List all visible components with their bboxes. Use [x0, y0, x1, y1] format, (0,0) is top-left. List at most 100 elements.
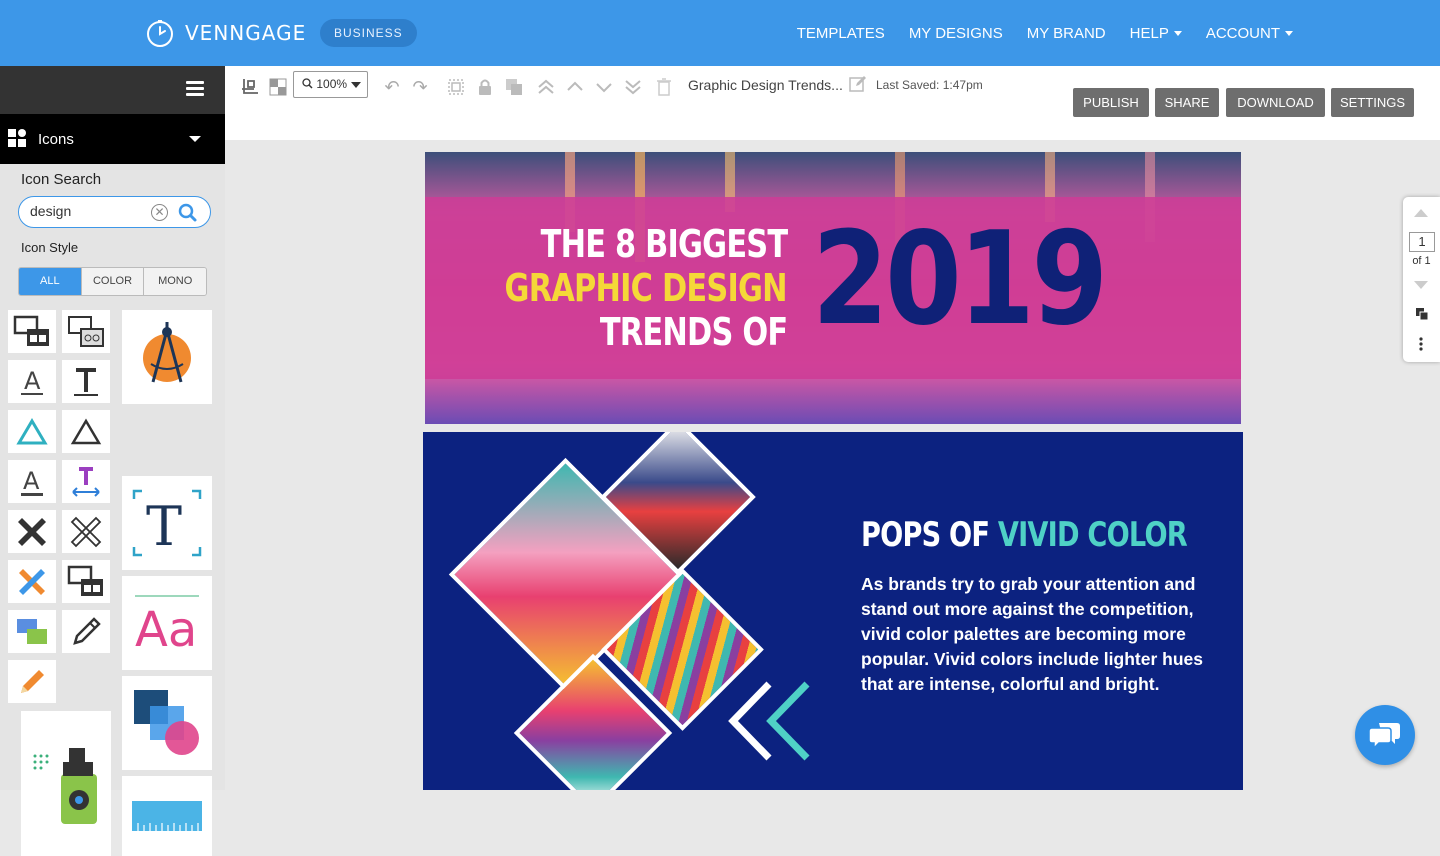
- icon-search-box: ✕: [18, 196, 211, 228]
- nav-help-label: HELP: [1129, 24, 1169, 42]
- style-all-button[interactable]: ALL: [19, 268, 82, 295]
- chevron-down-icon: [351, 82, 361, 88]
- trash-icon[interactable]: [653, 76, 675, 98]
- nav-my-designs[interactable]: MY DESIGNS: [909, 25, 1003, 42]
- next-page-icon[interactable]: [1414, 281, 1428, 289]
- icon-search-input[interactable]: [30, 203, 150, 219]
- bring-to-front-icon[interactable]: [535, 76, 557, 98]
- top-navbar: VENNGAGE BUSINESS TEMPLATES MY DESIGNS M…: [0, 0, 1440, 66]
- svg-text:A: A: [23, 467, 40, 495]
- plan-badge: BUSINESS: [320, 19, 417, 47]
- ruler-icon[interactable]: [122, 776, 212, 856]
- svg-text:A: A: [24, 367, 41, 395]
- main-nav: TEMPLATES MY DESIGNS MY BRAND HELP ACCOU…: [797, 0, 1293, 66]
- spray-bottle-icon[interactable]: [21, 711, 111, 856]
- headline-line-1[interactable]: THE 8 BIGGEST: [540, 222, 787, 266]
- text-t-icon[interactable]: [62, 360, 110, 403]
- vivid-color-section[interactable]: POPS OF VIVID COLOR As brands try to gra…: [423, 432, 1243, 790]
- transparency-icon[interactable]: [267, 76, 289, 98]
- ruler-pencil-color-icon[interactable]: [8, 560, 56, 603]
- svg-text:Aa: Aa: [135, 602, 197, 658]
- more-options-icon[interactable]: [1419, 337, 1423, 351]
- style-color-button[interactable]: COLOR: [81, 268, 145, 295]
- pattern-window-icon[interactable]: [62, 310, 110, 353]
- sidebar-header: [0, 66, 225, 114]
- nav-my-brand[interactable]: MY BRAND: [1027, 25, 1106, 42]
- header-banner[interactable]: THE 8 BIGGEST GRAPHIC DESIGN TRENDS OF 2…: [425, 152, 1241, 424]
- left-sidebar: Icons Icon Search ✕ Icon Style ALL COLOR…: [0, 66, 225, 856]
- double-chevron-left-icon[interactable]: [725, 680, 815, 762]
- chat-bubble-icon: [1369, 723, 1400, 749]
- ruler-pencil-icon[interactable]: [8, 510, 56, 553]
- icon-style-label: Icon Style: [21, 240, 79, 255]
- design-canvas[interactable]: THE 8 BIGGEST GRAPHIC DESIGN TRENDS OF 2…: [423, 152, 1243, 790]
- search-icon[interactable]: [178, 203, 198, 223]
- last-saved-status: Last Saved: 1:47pm: [876, 78, 983, 92]
- nav-templates[interactable]: TEMPLATES: [797, 25, 885, 42]
- section-title[interactable]: POPS OF VIVID COLOR: [861, 515, 1188, 555]
- editor-toolbar: 100% ↶ ↷ Graphic Design Trends... Last S…: [225, 66, 1440, 140]
- grid-snap-icon[interactable]: [239, 76, 261, 98]
- document-title[interactable]: Graphic Design Trends...: [688, 77, 843, 93]
- publish-button[interactable]: PUBLISH: [1073, 88, 1149, 117]
- grid-icon: [8, 129, 28, 149]
- pencil-color-icon[interactable]: [8, 660, 56, 703]
- chevron-down-icon: [189, 136, 201, 142]
- ruler-pencil-outline-icon[interactable]: [62, 510, 110, 553]
- category-dropdown[interactable]: Icons: [0, 114, 225, 164]
- section-title-b: VIVID COLOR: [997, 515, 1188, 555]
- copy-page-icon[interactable]: [1415, 307, 1429, 321]
- lock-icon[interactable]: [474, 76, 496, 98]
- bring-forward-icon[interactable]: [564, 76, 586, 98]
- nav-help[interactable]: HELP: [1130, 25, 1182, 42]
- pencil-icon[interactable]: [62, 610, 110, 653]
- zoom-value: 100%: [316, 77, 348, 91]
- page-navigator: 1 of 1: [1403, 197, 1440, 362]
- icon-style-toggle: ALL COLOR MONO: [18, 267, 207, 296]
- duplicate-icon[interactable]: [503, 76, 525, 98]
- chevron-down-icon: [1173, 31, 1182, 37]
- text-width-icon[interactable]: [62, 460, 110, 503]
- undo-icon[interactable]: ↶: [381, 76, 403, 98]
- clear-icon[interactable]: ✕: [151, 204, 168, 221]
- headline-line-2[interactable]: GRAPHIC DESIGN: [505, 266, 788, 310]
- group-icon[interactable]: [445, 76, 467, 98]
- section-title-a: POPS OF: [861, 515, 998, 555]
- svg-text:T: T: [146, 495, 182, 557]
- page-total: of 1: [1412, 255, 1431, 267]
- font-aa-icon[interactable]: Aa: [122, 576, 212, 670]
- window-layout-icon-2[interactable]: [62, 560, 110, 603]
- typography-t-icon[interactable]: T: [122, 476, 212, 570]
- font-color-icon[interactable]: A: [8, 460, 56, 503]
- headline-line-3[interactable]: TRENDS OF: [600, 310, 788, 354]
- triangle-teal-icon[interactable]: [8, 410, 56, 453]
- icon-search-label: Icon Search: [21, 171, 102, 188]
- venngage-logo[interactable]: VENNGAGE: [145, 18, 306, 48]
- brand-name: VENNGAGE: [185, 21, 307, 45]
- chevron-down-icon: [1285, 31, 1293, 37]
- page-number-input[interactable]: 1: [1409, 232, 1435, 252]
- download-button[interactable]: DOWNLOAD: [1226, 88, 1325, 117]
- redo-icon[interactable]: ↷: [409, 76, 431, 98]
- style-mono-button[interactable]: MONO: [144, 268, 206, 295]
- hamburger-menu-icon[interactable]: [186, 81, 204, 97]
- section-body-text[interactable]: As brands try to grab your attention and…: [861, 572, 1206, 697]
- overlapping-shapes-icon[interactable]: [122, 676, 212, 770]
- window-layout-color-icon[interactable]: [8, 610, 56, 653]
- compass-icon[interactable]: [122, 310, 212, 404]
- headline-year[interactable]: 2019: [812, 210, 1108, 350]
- nav-account-label: ACCOUNT: [1205, 24, 1280, 42]
- previous-page-icon[interactable]: [1414, 209, 1428, 217]
- triangle-outline-icon[interactable]: [62, 410, 110, 453]
- window-layout-icon[interactable]: [8, 310, 56, 353]
- zoom-select[interactable]: 100%: [293, 71, 368, 98]
- clock-logo-icon: [147, 20, 173, 47]
- text-underline-icon[interactable]: A: [8, 360, 56, 403]
- chat-support-button[interactable]: [1355, 705, 1415, 765]
- send-to-back-icon[interactable]: [622, 76, 644, 98]
- edit-title-icon[interactable]: [849, 75, 867, 98]
- share-button[interactable]: SHARE: [1155, 88, 1219, 117]
- send-backward-icon[interactable]: [593, 76, 615, 98]
- settings-button[interactable]: SETTINGS: [1331, 88, 1414, 117]
- nav-account[interactable]: ACCOUNT: [1206, 25, 1293, 42]
